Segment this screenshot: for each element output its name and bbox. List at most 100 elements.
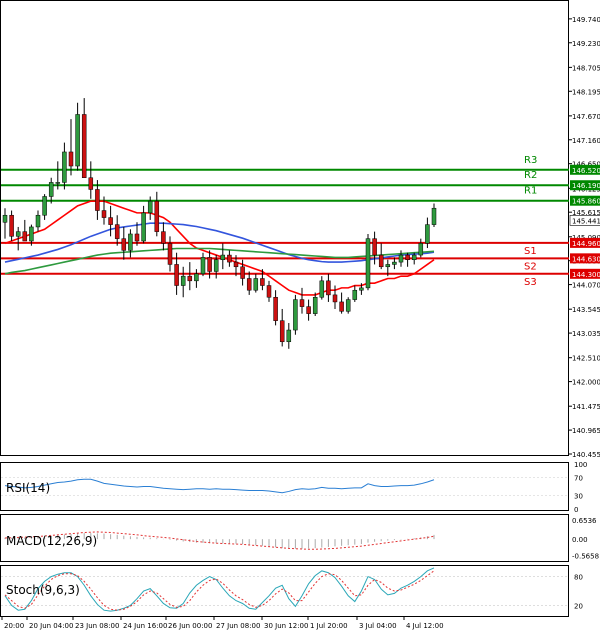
rsi-tick-label: 0 — [574, 506, 578, 514]
price-tick-label: 147.670 — [572, 113, 600, 121]
candle-up — [147, 200, 153, 214]
stoch-panel[interactable]: Stoch(9,6,3) — [0, 565, 570, 617]
rsi-panel-border — [0, 462, 569, 511]
candle-up — [180, 275, 186, 286]
candle-up — [200, 257, 206, 275]
candle-down — [154, 200, 160, 232]
candle-down — [306, 306, 311, 314]
candle-down — [207, 257, 212, 272]
candle-down — [246, 278, 252, 291]
pivot-tag-text: 144.300 — [572, 271, 600, 279]
candle-down — [81, 114, 87, 178]
candle-down — [88, 177, 94, 190]
candle-up — [425, 224, 430, 244]
candle-up — [213, 259, 219, 272]
stoch-tick-label: 20 — [574, 602, 583, 610]
price-tick-label: 142.510 — [572, 355, 600, 363]
candle-down — [233, 261, 239, 268]
candle-up — [62, 151, 67, 183]
candle-up — [431, 207, 437, 225]
candle-up — [293, 299, 298, 331]
candle-up — [55, 182, 61, 184]
candle-down — [161, 231, 166, 244]
macd-label: MACD(12,26,9) — [6, 534, 97, 548]
candle-up — [312, 296, 318, 314]
candle-down — [167, 243, 173, 265]
rsi-tick-label: 70 — [574, 475, 583, 483]
price-tick-label: 143.035 — [572, 330, 600, 338]
stoch-axis: 80 20 — [574, 574, 583, 611]
candle-up — [345, 299, 351, 312]
candle-down — [240, 266, 245, 279]
time-tick-label: 24 Jun 16:00 — [123, 622, 167, 630]
candle-up — [220, 254, 226, 261]
price-tick-label: 149.230 — [572, 40, 600, 48]
candle-up — [319, 280, 325, 298]
candle-up — [35, 214, 41, 228]
candle-down — [279, 320, 285, 343]
price-axis: 149.740 149.230 148.705 148.195 147.670 147.1… — [569, 16, 600, 459]
pivot-label-r3: R3 — [524, 155, 537, 166]
candle-up — [365, 238, 371, 289]
candle-down — [108, 217, 113, 225]
price-tick-label: 143.545 — [572, 306, 600, 314]
price-tick-label: 144.070 — [572, 282, 600, 290]
candle-up — [253, 278, 259, 291]
rsi-label: RSI(14) — [6, 481, 50, 495]
candle-down — [326, 280, 331, 296]
macd-tick-label: 0.00 — [572, 536, 588, 544]
main-panel-border — [0, 0, 569, 456]
candle-down — [405, 254, 410, 261]
time-tick-label: 1 Jul 20:00 — [310, 622, 348, 630]
candle-up — [418, 243, 424, 256]
pivot-tag-text: 145.860 — [572, 198, 600, 206]
candle-up — [411, 254, 417, 261]
candle-down — [332, 294, 338, 303]
pivot-label-r2: R2 — [524, 170, 537, 181]
candle-down — [9, 214, 14, 237]
time-tick-label: 30 Jun 12:00 — [264, 622, 308, 630]
price-tick-label: 149.740 — [572, 16, 600, 24]
candle-up — [75, 114, 80, 167]
pivot-tag-text: 144.630 — [572, 255, 600, 263]
price-tick-label: 140.455 — [572, 451, 600, 459]
pivot-tag-text: 144.960 — [572, 240, 600, 248]
candle-up — [398, 254, 404, 263]
time-tick-label: 4 Jul 12:00 — [406, 622, 444, 630]
candle-up — [392, 261, 397, 265]
price-tick-label: 140.965 — [572, 427, 600, 435]
macd-tick-label: -0.5658 — [572, 553, 599, 561]
macd-panel[interactable]: MACD(12,26,9) — [0, 514, 569, 562]
candle-down — [299, 299, 305, 307]
candle-down — [187, 275, 193, 282]
candle-down — [95, 189, 100, 211]
candle-down — [114, 224, 120, 239]
candle-down — [121, 238, 127, 251]
candle-down — [68, 151, 74, 167]
pivot-label-s1: S1 — [524, 246, 537, 257]
candle-up — [2, 214, 8, 223]
candle-down — [378, 254, 384, 268]
time-tick-label: 23 Jun 08:00 — [75, 622, 119, 630]
macd-axis: 0.6536 0.00 -0.5658 — [572, 517, 599, 560]
rsi-tick-label: 100 — [574, 461, 587, 469]
pivot-label-r1: R1 — [524, 186, 537, 197]
candle-down — [372, 238, 377, 256]
stoch-tick-label: 80 — [574, 574, 583, 582]
price-tick-label: 147.160 — [572, 137, 600, 145]
candle-up — [141, 212, 146, 242]
main-panel[interactable]: R3 R2 R1 S1 S2 S3 — [0, 0, 570, 456]
rsi-panel[interactable]: RSI(14) — [0, 462, 570, 511]
candle-up — [42, 196, 47, 216]
pivot-label-s2: S2 — [524, 261, 537, 272]
candle-down — [273, 296, 278, 321]
pivot-label-s3: S3 — [524, 277, 537, 288]
candle-up — [128, 233, 133, 251]
candle-down — [260, 278, 265, 286]
time-tick-label: 20:00 — [4, 622, 24, 630]
pivot-tag-text: 146.190 — [572, 182, 600, 190]
current-price-text: 145.441 — [572, 217, 600, 225]
candle-down — [134, 233, 140, 242]
candle-up — [48, 182, 54, 197]
time-tick-label: 3 Jul 04:00 — [359, 622, 397, 630]
